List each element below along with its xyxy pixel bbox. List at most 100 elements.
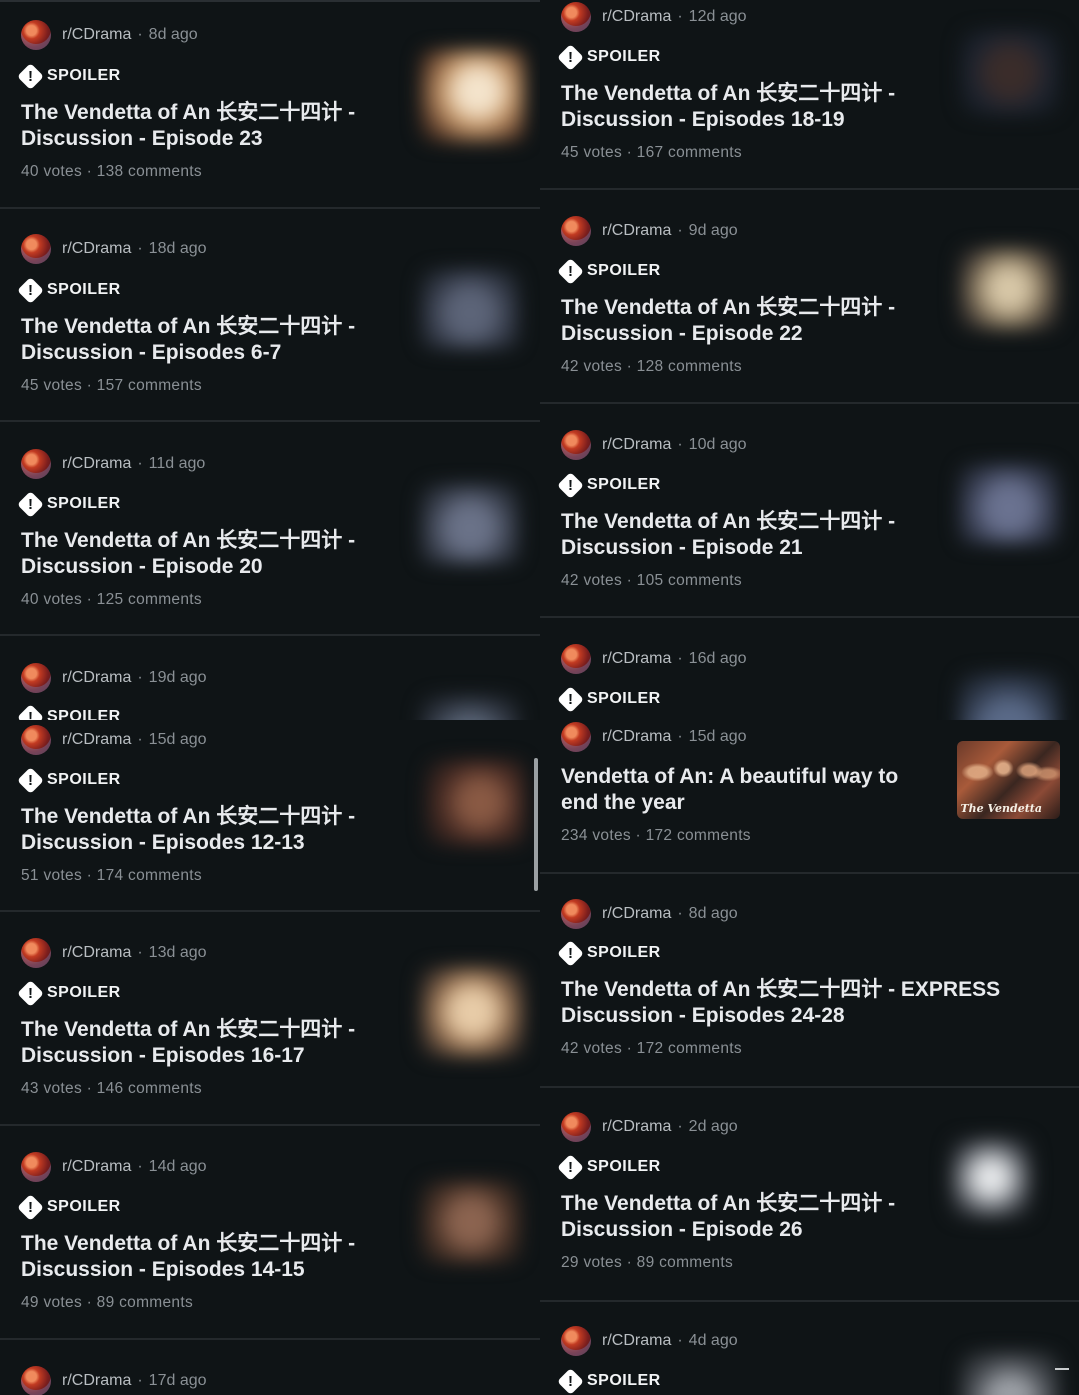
subreddit-avatar[interactable] bbox=[21, 1152, 51, 1182]
post-title[interactable]: The Vendetta of An 长安二十四计 - Discussion -… bbox=[21, 314, 391, 366]
post-thumbnail-image[interactable]: The Vendetta bbox=[957, 741, 1060, 819]
post-title[interactable]: The Vendetta of An 长安二十四计 - Discussion -… bbox=[21, 100, 391, 152]
subreddit-name[interactable]: r/CDrama bbox=[602, 8, 671, 26]
subreddit-name[interactable]: r/CDrama bbox=[602, 1332, 671, 1350]
spoiler-tag: ! SPOILER bbox=[557, 43, 661, 71]
subreddit-name[interactable]: r/CDrama bbox=[62, 455, 131, 473]
post-title[interactable]: The Vendetta of An 长安二十四计 - Discussion -… bbox=[21, 528, 391, 580]
post-thumbnail-blurred[interactable] bbox=[960, 1352, 1060, 1395]
post-title[interactable]: The Vendetta of An 长安二十四计 - Discussion -… bbox=[21, 1017, 391, 1069]
post-card[interactable]: r/CDrama · 19d ago ! SPOILER bbox=[0, 636, 540, 720]
subreddit-name[interactable]: r/CDrama bbox=[602, 222, 671, 240]
post-card[interactable]: r/CDrama · 13d ago ! SPOILER The Vendett… bbox=[0, 912, 540, 1124]
subreddit-avatar[interactable] bbox=[21, 234, 51, 264]
post-card[interactable]: r/CDrama · 17d ago bbox=[0, 1340, 540, 1395]
post-meta: r/CDrama · 15d ago bbox=[561, 722, 747, 752]
post-age: 12d ago bbox=[688, 8, 747, 25]
post-card[interactable]: r/CDrama · 9d ago ! SPOILER The Vendetta… bbox=[540, 190, 1079, 402]
subreddit-name[interactable]: r/CDrama bbox=[602, 905, 671, 923]
post-thumbnail-blurred[interactable] bbox=[960, 30, 1060, 115]
post-title[interactable]: The Vendetta of An 长安二十四计 - Discussion -… bbox=[561, 81, 931, 133]
post-thumbnail-blurred[interactable] bbox=[420, 269, 520, 349]
spoiler-warning-icon: ! bbox=[17, 703, 44, 720]
post-title[interactable]: The Vendetta of An 长安二十四计 - Discussion -… bbox=[21, 804, 391, 856]
spoiler-tag: ! SPOILER bbox=[17, 979, 121, 1007]
post-thumbnail-blurred[interactable] bbox=[420, 696, 520, 720]
post-title[interactable]: The Vendetta of An 长安二十四计 - Discussion -… bbox=[561, 509, 931, 561]
subreddit-avatar[interactable] bbox=[21, 1366, 51, 1395]
subreddit-name[interactable]: r/CDrama bbox=[62, 1372, 131, 1390]
separator-dot: · bbox=[137, 455, 143, 472]
post-card[interactable]: r/CDrama · 14d ago ! SPOILER The Vendett… bbox=[0, 1126, 540, 1338]
post-card[interactable]: r/CDrama · 15d ago Vendetta of An: A bea… bbox=[540, 720, 1079, 872]
subreddit-avatar[interactable] bbox=[561, 1112, 591, 1142]
feed-panel-bottom-right[interactable]: r/CDrama · 15d ago Vendetta of An: A bea… bbox=[540, 720, 1079, 1395]
feed-panel-top-left[interactable]: r/CDrama · 8d ago ! SPOILER The Vendetta… bbox=[0, 0, 540, 720]
subreddit-avatar[interactable] bbox=[21, 20, 51, 50]
subreddit-avatar[interactable] bbox=[561, 644, 591, 674]
subreddit-name[interactable]: r/CDrama bbox=[602, 728, 671, 746]
post-thumbnail-blurred[interactable] bbox=[420, 967, 525, 1057]
post-thumbnail-blurred[interactable] bbox=[420, 1181, 522, 1263]
subreddit-avatar[interactable] bbox=[561, 722, 591, 752]
spoiler-tag: ! SPOILER bbox=[557, 685, 661, 713]
spoiler-warning-icon: ! bbox=[17, 62, 44, 90]
separator-dot: · bbox=[137, 1372, 143, 1389]
scrollbar-thumb[interactable] bbox=[534, 758, 538, 891]
post-card[interactable]: r/CDrama · 8d ago ! SPOILER The Vendetta… bbox=[0, 2, 540, 207]
post-thumbnail-blurred[interactable] bbox=[420, 50, 525, 142]
post-card[interactable]: r/CDrama · 16d ago ! SPOILER bbox=[540, 618, 1079, 720]
subreddit-avatar[interactable] bbox=[561, 1326, 591, 1356]
minimize-dash-icon[interactable] bbox=[1055, 1368, 1069, 1370]
post-card[interactable]: r/CDrama · 8d ago ! SPOILER The Vendetta… bbox=[540, 874, 1079, 1086]
subreddit-name[interactable]: r/CDrama bbox=[62, 731, 131, 749]
subreddit-avatar[interactable] bbox=[21, 663, 51, 693]
subreddit-name[interactable]: r/CDrama bbox=[602, 650, 671, 668]
post-title[interactable]: The Vendetta of An 长安二十四计 - Discussion -… bbox=[21, 1231, 391, 1283]
subreddit-avatar[interactable] bbox=[561, 899, 591, 929]
post-thumbnail-blurred[interactable] bbox=[425, 760, 525, 845]
post-thumbnail-blurred[interactable] bbox=[958, 464, 1060, 544]
subreddit-avatar[interactable] bbox=[21, 725, 51, 755]
subreddit-avatar[interactable] bbox=[21, 938, 51, 968]
subreddit-name[interactable]: r/CDrama bbox=[62, 240, 131, 258]
subreddit-avatar[interactable] bbox=[561, 216, 591, 246]
spoiler-warning-icon: ! bbox=[557, 43, 584, 71]
feed-panel-top-right[interactable]: r/CDrama · 12d ago ! SPOILER The Vendett… bbox=[540, 0, 1079, 720]
post-thumbnail-blurred[interactable] bbox=[420, 484, 520, 564]
subreddit-name[interactable]: r/CDrama bbox=[62, 26, 131, 44]
subreddit-avatar[interactable] bbox=[21, 449, 51, 479]
post-title[interactable]: The Vendetta of An 长安二十四计 - EXPRESS Disc… bbox=[561, 977, 1011, 1029]
post-age: 17d ago bbox=[148, 1372, 207, 1389]
post-title[interactable]: The Vendetta of An 长安二十四计 - Discussion -… bbox=[561, 1191, 931, 1243]
post-card[interactable]: r/CDrama · 15d ago ! SPOILER The Vendett… bbox=[0, 720, 540, 910]
post-thumbnail-blurred[interactable] bbox=[958, 248, 1060, 330]
post-age: 4d ago bbox=[688, 1332, 738, 1349]
subreddit-name[interactable]: r/CDrama bbox=[602, 436, 671, 454]
post-card[interactable]: r/CDrama · 2d ago ! SPOILER The Vendetta… bbox=[540, 1088, 1079, 1300]
post-meta: r/CDrama · 2d ago bbox=[561, 1112, 738, 1142]
post-stats: 29 votes · 89 comments bbox=[561, 1254, 734, 1271]
subreddit-name[interactable]: r/CDrama bbox=[62, 669, 131, 687]
post-thumbnail-blurred[interactable] bbox=[958, 673, 1060, 720]
post-card[interactable]: r/CDrama · 11d ago ! SPOILER The Vendett… bbox=[0, 422, 540, 634]
subreddit-avatar[interactable] bbox=[561, 430, 591, 460]
spoiler-warning-icon: ! bbox=[557, 471, 584, 499]
subreddit-name[interactable]: r/CDrama bbox=[62, 944, 131, 962]
feed-panel-bottom-left[interactable]: r/CDrama · 15d ago ! SPOILER The Vendett… bbox=[0, 720, 540, 1395]
post-stats: 45 votes · 167 comments bbox=[561, 144, 742, 161]
post-title[interactable]: Vendetta of An: A beautiful way to end t… bbox=[561, 764, 931, 816]
spoiler-tag: ! SPOILER bbox=[17, 490, 121, 518]
post-card[interactable]: r/CDrama · 12d ago ! SPOILER The Vendett… bbox=[540, 0, 1079, 188]
spoiler-label: SPOILER bbox=[587, 1372, 661, 1389]
spoiler-label: SPOILER bbox=[47, 67, 121, 84]
subreddit-avatar[interactable] bbox=[561, 2, 591, 32]
post-title[interactable]: The Vendetta of An 长安二十四计 - Discussion -… bbox=[561, 295, 931, 347]
post-card[interactable]: r/CDrama · 4d ago ! SPOILER bbox=[540, 1302, 1079, 1395]
post-card[interactable]: r/CDrama · 10d ago ! SPOILER The Vendett… bbox=[540, 404, 1079, 616]
post-thumbnail-blurred[interactable] bbox=[950, 1138, 1032, 1218]
subreddit-name[interactable]: r/CDrama bbox=[62, 1158, 131, 1176]
subreddit-name[interactable]: r/CDrama bbox=[602, 1118, 671, 1136]
post-age: 13d ago bbox=[148, 944, 207, 961]
post-card[interactable]: r/CDrama · 18d ago ! SPOILER The Vendett… bbox=[0, 209, 540, 420]
